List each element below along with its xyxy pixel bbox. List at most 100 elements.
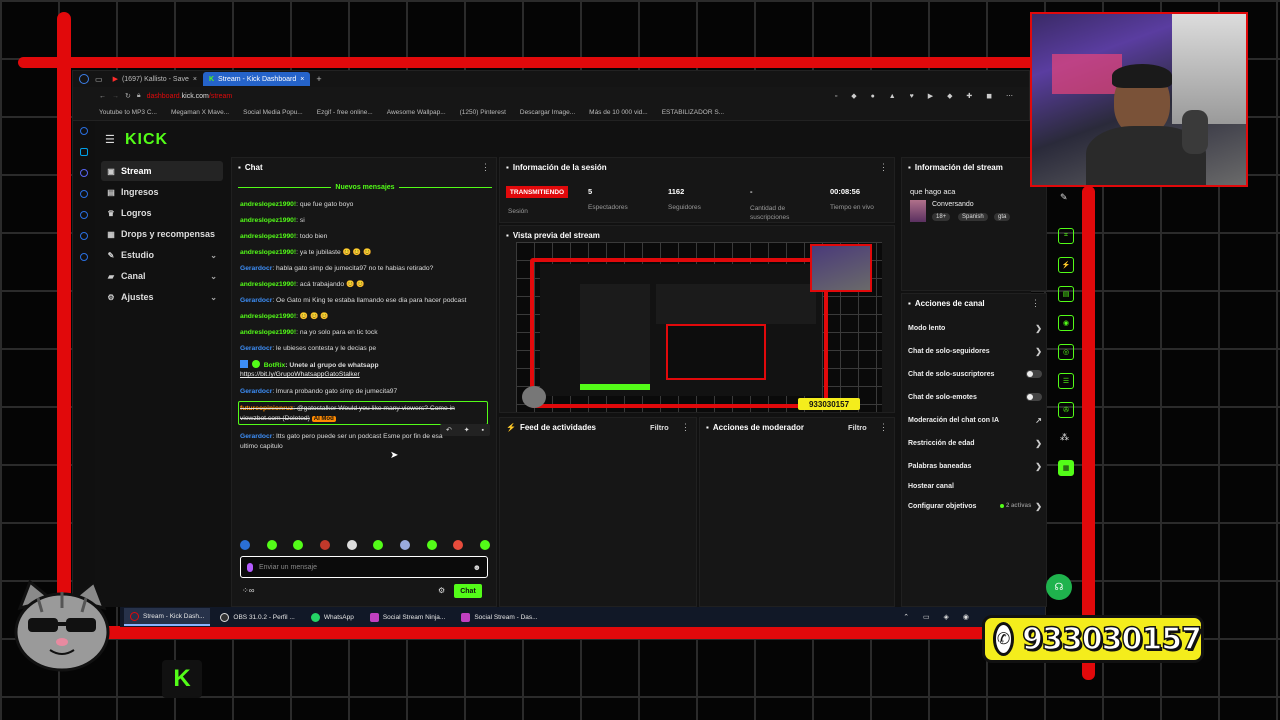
action-followers-only[interactable]: Chat de solo-seguidores ❯ (908, 343, 1046, 359)
emote-icon[interactable] (266, 540, 277, 550)
broadcast-tool-button[interactable]: ◎ (1058, 344, 1074, 360)
chat-tools-icon[interactable]: ⁘∞ (242, 586, 254, 595)
list-tool-button[interactable]: ☰ (1058, 373, 1074, 389)
tag-badge[interactable]: gta (994, 213, 1011, 221)
tab-list-icon[interactable]: ▭ (95, 75, 103, 84)
crop-tool-button[interactable]: ⌗ (1058, 228, 1074, 244)
chat-settings-icon[interactable]: ⚙ (438, 586, 445, 595)
back-icon[interactable]: ← (99, 93, 106, 100)
tab-youtube[interactable]: ▶ (1697) Kallisto - Save × (107, 72, 203, 86)
chat-username[interactable]: futureopinionruz (240, 405, 293, 412)
microphone-icon[interactable] (247, 562, 253, 572)
emote-icon[interactable] (426, 540, 437, 550)
url-field[interactable]: dashboard.kick.com/stream (147, 93, 233, 100)
sidebar-app-icon[interactable] (80, 148, 88, 156)
bookmark-item[interactable]: Ezgif - free online... (317, 109, 373, 116)
more-options-icon[interactable]: ⋮ (879, 422, 888, 433)
bookmark-item[interactable]: ESTABILIZADOR S... (662, 109, 724, 116)
sidebar-item-ingresos[interactable]: ▤ Ingresos (101, 182, 223, 202)
emote-icon[interactable] (453, 540, 464, 550)
emote-icon[interactable] (373, 540, 384, 550)
chat-username[interactable]: Gerardocr (240, 388, 272, 395)
emoji-icon[interactable]: ☻ (473, 563, 481, 572)
tab-kick-dashboard[interactable]: K Stream - Kick Dashboard × (202, 72, 311, 86)
edit-pencil-icon[interactable]: ✎ (1060, 192, 1068, 203)
settings-cluster-icon[interactable]: ⁂ (1060, 432, 1069, 443)
hamburger-menu-icon[interactable]: ☰ (105, 133, 115, 146)
emote-icon[interactable] (319, 540, 330, 550)
chat-username[interactable]: andreslopez1990! (240, 329, 296, 336)
chat-username[interactable]: andreslopez1990! (240, 281, 296, 288)
extensions-icons[interactable]: ▫ ◆ ● ▲ ♥ ▶ ◆ ✚ ◼ ⋯ (835, 92, 1019, 100)
subscribers-only-toggle[interactable] (1026, 370, 1042, 378)
action-slow-mode[interactable]: Modo lento ❯ (908, 320, 1046, 336)
sidebar-app-icon[interactable] (80, 190, 88, 198)
chat-tool-button[interactable]: ◉ (1058, 315, 1074, 331)
wrench-tool-button[interactable]: ✇ (1058, 402, 1074, 418)
close-icon[interactable]: × (193, 76, 197, 83)
more-options-icon[interactable]: ⋮ (481, 162, 490, 173)
bookmark-item[interactable]: Megaman X Mave... (171, 109, 229, 116)
action-banned-words[interactable]: Palabras baneadas ❯ (908, 458, 1046, 474)
emote-icon[interactable] (399, 540, 410, 550)
sidebar-item-logros[interactable]: ♛ Logros (101, 203, 223, 223)
emotes-only-toggle[interactable] (1026, 393, 1042, 401)
chat-username[interactable]: andreslopez1990! (240, 249, 296, 256)
activity-filter-button[interactable]: Filtro (650, 423, 669, 432)
browser-menu-icon[interactable] (79, 74, 89, 84)
sidebar-item-stream[interactable]: ▣ Stream (101, 161, 223, 181)
chat-input-box[interactable]: Enviar un mensaje ☻ (240, 556, 488, 578)
support-icon[interactable]: ☊ (1046, 574, 1072, 600)
sidebar-item-canal[interactable]: ▰ Canal ⌄ (101, 266, 223, 286)
chat-username[interactable]: Gerardocr (240, 345, 272, 352)
tag-badge[interactable]: Spanish (958, 213, 988, 221)
sidebar-app-icon[interactable] (80, 232, 88, 240)
bookmark-item[interactable]: (1250) Pinterest (460, 109, 506, 116)
moderator-filter-button[interactable]: Filtro (848, 423, 867, 432)
discord-icon[interactable] (80, 169, 88, 177)
action-configure-goals[interactable]: Configurar objetivos 2 activas ❯ (908, 498, 1046, 514)
taskbar-item-social-ninja[interactable]: Social Stream Ninja... (364, 608, 452, 626)
chat-username[interactable]: andreslopez1990! (240, 201, 296, 208)
new-tab-icon[interactable]: + (316, 74, 321, 84)
clip-tool-button[interactable]: ▦ (1058, 460, 1074, 476)
forward-icon[interactable]: → (112, 93, 119, 100)
bookmark-item[interactable]: Social Media Popu... (243, 109, 303, 116)
taskbar-item-social-dash[interactable]: Social Stream - Das... (455, 608, 543, 626)
action-host-channel[interactable]: Hostear canal (908, 478, 1046, 494)
chat-username[interactable]: BotRix (264, 362, 286, 369)
chat-username[interactable]: Gerardocr (240, 265, 272, 272)
action-age-restriction[interactable]: Restricción de edad ❯ (908, 435, 1046, 451)
sidebar-app-icon[interactable] (80, 253, 88, 261)
bookmark-item[interactable]: Youtube to MP3 C... (99, 109, 157, 116)
sidebar-item-drops[interactable]: ▦ Drops y recompensas (101, 224, 223, 244)
system-tray-icons[interactable]: ⌃ ▭ ◈ ◉ (903, 613, 975, 621)
more-options-icon[interactable]: ⋮ (681, 422, 690, 433)
action-ai-moderation[interactable]: Moderación del chat con IA ↗ (908, 412, 1046, 428)
chat-link[interactable]: https://bit.ly/GrupoWhatsappGatoStalker (240, 371, 360, 378)
chat-username[interactable]: andreslopez1990! (240, 313, 296, 320)
more-options-icon[interactable]: ⋮ (879, 162, 888, 173)
kick-logo[interactable]: KICK (125, 131, 168, 149)
chat-send-button[interactable]: Chat (454, 584, 482, 598)
emote-icon[interactable] (346, 540, 357, 550)
sidebar-item-estudio[interactable]: ✎ Estudio ⌄ (101, 245, 223, 265)
taskbar-item-obs[interactable]: OBS 31.0.2 - Perfil ... (214, 608, 300, 626)
reload-icon[interactable]: ↻ (125, 92, 131, 100)
close-icon[interactable]: × (300, 76, 304, 83)
chat-username[interactable]: Gerardocr (240, 433, 272, 440)
emote-icon[interactable] (479, 540, 490, 550)
bookmark-item[interactable]: Más de 10 000 vid... (589, 109, 648, 116)
preview-video[interactable]: 933030157 (516, 242, 882, 412)
bookmark-item[interactable]: Awesome Wallpap... (387, 109, 446, 116)
sidebar-app-icon[interactable] (80, 127, 88, 135)
chat-username[interactable]: andreslopez1990! (240, 233, 296, 240)
emote-icon[interactable] (293, 540, 304, 550)
sidebar-item-ajustes[interactable]: ⚙ Ajustes ⌄ (101, 287, 223, 307)
tag-badge[interactable]: 18+ (932, 213, 951, 221)
more-options-icon[interactable]: ⋮ (1031, 298, 1040, 309)
taskbar-item-kick[interactable]: Stream - Kick Dash... (124, 608, 211, 626)
bolt-tool-button[interactable]: ⚡ (1058, 257, 1074, 273)
doc-tool-button[interactable]: ▤ (1058, 286, 1074, 302)
emote-icon[interactable] (240, 540, 250, 550)
